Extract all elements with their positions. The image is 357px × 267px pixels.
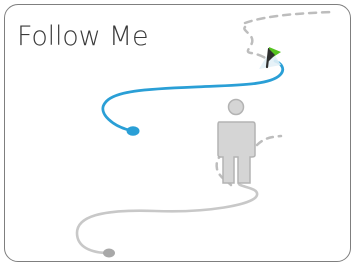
dashed-path-right [255, 134, 283, 147]
dashed-path-top-right [243, 10, 335, 25]
gray-path-start-dot [103, 248, 115, 258]
dashed-path-top [243, 25, 269, 61]
person-icon [217, 98, 256, 184]
blue-path-start-dot [126, 126, 140, 136]
gray-path-icon [75, 181, 259, 255]
blue-path-icon [101, 59, 285, 133]
green-flag-icon [259, 47, 281, 69]
follow-me-illustration [75, 10, 335, 258]
follow-me-card: Follow Me [4, 4, 351, 262]
